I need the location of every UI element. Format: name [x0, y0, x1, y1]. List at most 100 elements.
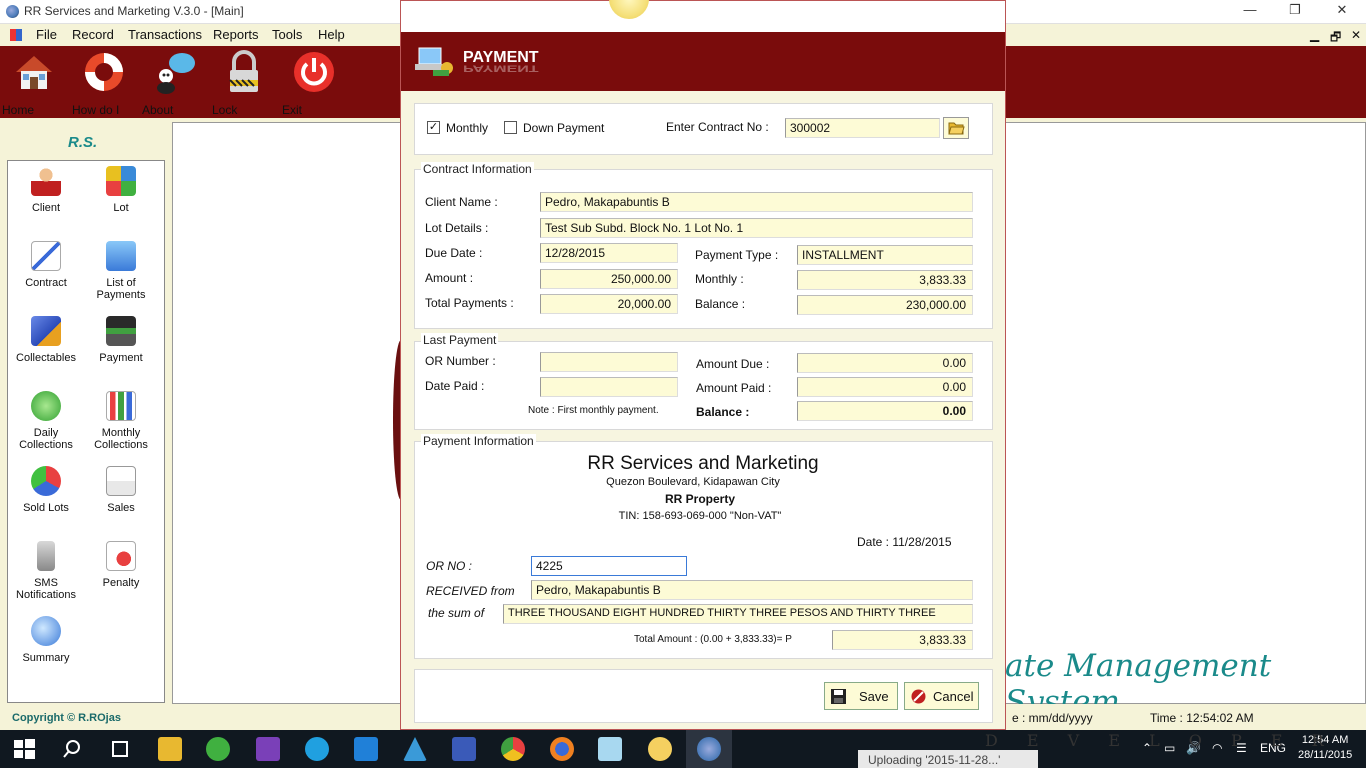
client-name-label: Client Name : [425, 195, 498, 209]
sidebar-item-label: Summary [22, 652, 70, 664]
about-button[interactable]: About [142, 50, 206, 117]
close-button[interactable]: ✕ [1332, 2, 1352, 18]
mdi-minimize-button[interactable]: ▁ [1310, 28, 1319, 42]
rr-services-app-icon[interactable] [697, 737, 721, 761]
sidebar-item-list-of-payments[interactable]: List of Payments [86, 241, 156, 301]
menu-reports[interactable]: Reports [213, 27, 259, 42]
sidebar-item-label: SMS Notifications [16, 577, 76, 601]
sidebar-heading: R.S. [0, 118, 170, 158]
sidebar-item-penalty[interactable]: Penalty [86, 541, 156, 589]
utorrent-icon[interactable] [206, 737, 230, 761]
app-triangle-icon[interactable] [403, 737, 427, 761]
lot-icon [106, 166, 136, 196]
sidebar-item-label: Lot [113, 202, 129, 214]
save-button[interactable]: Save [824, 682, 898, 710]
total-payments-field: 20,000.00 [540, 294, 678, 314]
sidebar-item-monthly-collections[interactable]: Monthly Collections [86, 391, 156, 451]
sidebar-item-summary[interactable]: Summary [11, 616, 81, 664]
menu-transactions[interactable]: Transactions [128, 27, 202, 42]
sidebar-item-sold-lots[interactable]: Sold Lots [11, 466, 81, 514]
sidebar-item-payment[interactable]: Payment [86, 316, 156, 364]
cancel-label: Cancel [933, 689, 974, 704]
date-paid-field [540, 377, 678, 397]
sales-chart-icon [106, 466, 136, 496]
due-date-label: Due Date : [425, 246, 483, 260]
app-globe-icon [6, 5, 19, 18]
sidebar-item-sales[interactable]: Sales [86, 466, 156, 514]
menu-file[interactable]: File [36, 27, 57, 42]
sum-of-field: THREE THOUSAND EIGHT HUNDRED THIRTY THRE… [503, 604, 973, 624]
sidebar-item-label: Collectables [16, 352, 76, 364]
sidebar-item-contract[interactable]: Contract [11, 241, 81, 289]
skype-icon[interactable] [305, 737, 329, 761]
last-payment-note: Note : First monthly payment. [528, 405, 659, 416]
lock-button[interactable]: Lock [212, 50, 276, 117]
payment-laptop-icon [415, 47, 453, 76]
computer-icon[interactable] [452, 737, 476, 761]
last-balance-field: 0.00 [797, 401, 973, 421]
sold-lots-icon [31, 466, 61, 496]
sidebar-item-label: Penalty [102, 577, 140, 589]
cancel-icon [911, 689, 926, 704]
sidebar-item-collectables[interactable]: Collectables [11, 316, 81, 364]
sidebar-item-label: Contract [25, 277, 67, 289]
chat-person-icon [157, 53, 195, 94]
or-no-input[interactable]: 4225 [531, 556, 687, 576]
restore-button[interactable]: ❐ [1285, 2, 1305, 18]
monthly-checkbox[interactable]: ✓ [427, 121, 440, 134]
phone-icon [37, 541, 55, 571]
last-balance-label: Balance : [696, 405, 750, 419]
save-label: Save [859, 689, 889, 704]
mdi-child-icon[interactable] [10, 29, 22, 41]
sidebar-item-lot[interactable]: Lot [86, 166, 156, 214]
monthly-amount-field: 3,833.33 [797, 270, 973, 290]
total-amount-label: Total Amount : (0.00 + 3,833.33)= P [634, 634, 792, 645]
upload-notification[interactable]: Uploading '2015-11-28...' [858, 750, 1038, 768]
power-icon [294, 52, 334, 92]
sidebar-item-daily-collections[interactable]: Daily Collections [11, 391, 81, 451]
received-from-label: RECEIVED from [426, 584, 515, 598]
contract-icon [31, 241, 61, 271]
balance-field: 230,000.00 [797, 295, 973, 315]
actions-panel: Save Cancel [414, 669, 993, 723]
windows-start-icon[interactable] [12, 737, 36, 761]
browse-contract-button[interactable] [943, 117, 969, 139]
contract-no-input[interactable]: 300002 [785, 118, 940, 138]
receipt-date: Date : 11/28/2015 [857, 535, 952, 549]
last-payment-legend: Last Payment [421, 333, 499, 347]
cancel-button[interactable]: Cancel [904, 682, 979, 710]
file-explorer-icon[interactable] [158, 737, 182, 761]
open-folder-icon [948, 122, 965, 135]
balance-label: Balance : [695, 297, 746, 311]
monthly-amount-label: Monthly : [695, 272, 744, 286]
app-pane-icon[interactable] [598, 737, 622, 761]
chrome-icon[interactable] [501, 737, 525, 761]
app-sun-icon[interactable] [648, 737, 672, 761]
visual-studio-icon[interactable] [256, 737, 280, 761]
mdi-close-button[interactable]: ✕ [1351, 28, 1361, 42]
or-no-label: OR NO : [426, 559, 473, 573]
firefox-icon[interactable] [550, 737, 574, 761]
exit-button[interactable]: Exit [282, 50, 346, 117]
minimize-button[interactable]: — [1240, 2, 1260, 17]
menu-help[interactable]: Help [318, 27, 345, 42]
how-do-i-button[interactable]: How do I [72, 50, 136, 117]
sidebar-item-label: Client [31, 202, 61, 214]
sidebar-item-client[interactable]: Client [11, 166, 81, 214]
background-developers-text: D E V E L O P E R S [985, 731, 1336, 768]
home-button[interactable]: Home [2, 50, 66, 117]
down-payment-checkbox[interactable] [504, 121, 517, 134]
amount-due-field: 0.00 [797, 353, 973, 373]
client-name-field: Pedro, Makapabuntis B [540, 192, 973, 212]
task-view-icon[interactable] [108, 737, 132, 761]
search-icon[interactable] [60, 737, 84, 761]
menu-tools[interactable]: Tools [272, 27, 302, 42]
sidebar-item-label: Daily Collections [19, 427, 73, 451]
floppy-disk-icon [831, 689, 846, 704]
status-time: Time : 12:54:02 AM [1150, 711, 1254, 725]
sidebar-title: R.S. [68, 134, 98, 151]
lifebuoy-icon [85, 53, 123, 91]
sidebar-item-sms-notifications[interactable]: SMS Notifications [11, 541, 81, 601]
teamviewer-icon[interactable] [354, 737, 378, 761]
menu-record[interactable]: Record [72, 27, 114, 42]
